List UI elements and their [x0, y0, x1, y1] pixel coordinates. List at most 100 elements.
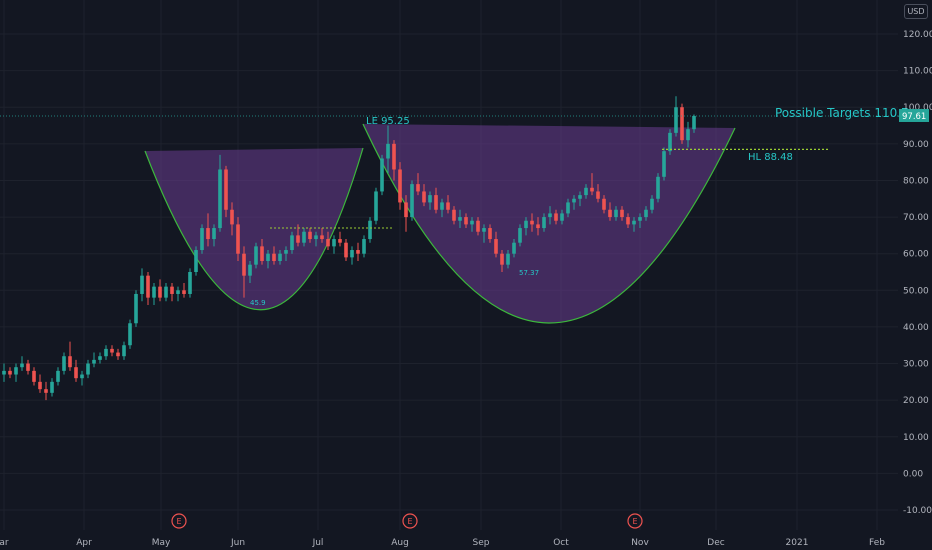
- candle-body: [206, 228, 210, 240]
- candle-body: [278, 253, 282, 262]
- candle-body: [98, 356, 102, 360]
- candle-body: [254, 246, 258, 265]
- candle-body: [584, 187, 588, 196]
- candle-body: [302, 231, 306, 243]
- candle-body: [614, 209, 618, 218]
- x-tick-label: Dec: [707, 538, 724, 548]
- candle-body: [446, 202, 450, 210]
- candle-body: [320, 235, 324, 240]
- candle-body: [536, 224, 540, 229]
- candle-body: [374, 191, 378, 221]
- candle-body: [650, 198, 654, 210]
- candle-body: [194, 250, 198, 272]
- candle-body: [260, 246, 264, 262]
- candle-body: [104, 348, 108, 357]
- low1-label: 45.9: [250, 299, 266, 307]
- x-tick-label: May: [152, 538, 171, 548]
- candle-body: [152, 286, 156, 298]
- candle-body: [182, 290, 186, 294]
- candle-body: [146, 275, 150, 298]
- candle-body: [248, 264, 252, 276]
- candle-body: [590, 187, 594, 192]
- candle-body: [578, 195, 582, 199]
- chart-canvas: ar Apr May Jun Jul Aug Sep Oct Nov Dec 2021 Feb E E E…: [0, 0, 932, 550]
- x-tick-label: ar: [0, 538, 9, 548]
- candle-body: [680, 107, 684, 141]
- candle-body: [404, 202, 408, 218]
- candle-body: [38, 381, 42, 390]
- candle-body: [548, 213, 552, 218]
- targets-label: Possible Targets 110.7: [775, 106, 909, 120]
- candle-body: [44, 389, 48, 393]
- candle-body: [116, 352, 120, 357]
- candle-body: [410, 184, 414, 218]
- last-price-label: 97.61: [902, 112, 926, 122]
- candle-body: [80, 374, 84, 379]
- x-tick-label: Apr: [76, 538, 92, 548]
- candle-body: [668, 132, 672, 152]
- candle-body: [626, 217, 630, 225]
- y-tick-label: -10.00: [903, 506, 932, 516]
- candle-body: [56, 370, 60, 382]
- candle-body: [632, 220, 636, 225]
- y-tick-label: 60.00: [903, 250, 929, 260]
- candle-body: [512, 242, 516, 254]
- candle-body: [314, 235, 318, 240]
- candle-body: [332, 239, 336, 247]
- candle-body: [524, 220, 528, 229]
- candle-body: [158, 286, 162, 298]
- x-tick-label: Oct: [553, 538, 569, 548]
- candle-body: [638, 217, 642, 221]
- candle-body: [494, 239, 498, 254]
- candle-body: [452, 209, 456, 221]
- candle-body: [326, 239, 330, 247]
- candle-body: [26, 363, 30, 371]
- candle-body: [530, 220, 534, 225]
- candle-body: [662, 151, 666, 177]
- candle-body: [674, 107, 678, 133]
- le-label: LE 95.25: [366, 116, 410, 127]
- candle-body: [488, 228, 492, 240]
- y-tick-label: 70.00: [903, 213, 929, 223]
- candle-body: [422, 191, 426, 203]
- candle-body: [440, 202, 444, 210]
- candle-body: [218, 169, 222, 229]
- candle-body: [620, 209, 624, 218]
- candle-body: [386, 143, 390, 159]
- candle-body: [284, 250, 288, 254]
- candle-body: [602, 198, 606, 210]
- candle-body: [572, 198, 576, 203]
- candle-body: [176, 290, 180, 294]
- candle-body: [62, 356, 66, 371]
- candle-body: [14, 367, 18, 375]
- candle-body: [368, 220, 372, 240]
- candle-body: [380, 158, 384, 192]
- candle-body: [128, 323, 132, 346]
- x-tick-label: Jul: [312, 538, 324, 548]
- candle-body: [686, 129, 690, 141]
- candle-body: [656, 176, 660, 199]
- candle-body: [164, 286, 168, 298]
- candle-body: [566, 202, 570, 214]
- candle-body: [518, 228, 522, 243]
- earnings-event-label: E: [407, 517, 412, 526]
- y-tick-label: 30.00: [903, 360, 929, 370]
- candle-body: [170, 286, 174, 294]
- candle-body: [242, 253, 246, 276]
- candle-body: [476, 220, 480, 232]
- candle-body: [140, 275, 144, 294]
- candle-body: [362, 239, 366, 254]
- candle-body: [428, 195, 432, 203]
- candle-body: [338, 239, 342, 243]
- y-tick-label: 10.00: [903, 433, 929, 443]
- y-tick-label: 110.00: [903, 67, 932, 77]
- candle-body: [398, 169, 402, 203]
- x-tick-label: Feb: [869, 538, 885, 548]
- candle-body: [32, 370, 36, 382]
- y-tick-label: 50.00: [903, 286, 929, 296]
- candle-body: [596, 191, 600, 199]
- currency-badge[interactable]: USD: [904, 4, 928, 19]
- candle-body: [542, 217, 546, 229]
- x-tick-label: Nov: [631, 538, 649, 548]
- candle-body: [560, 213, 564, 221]
